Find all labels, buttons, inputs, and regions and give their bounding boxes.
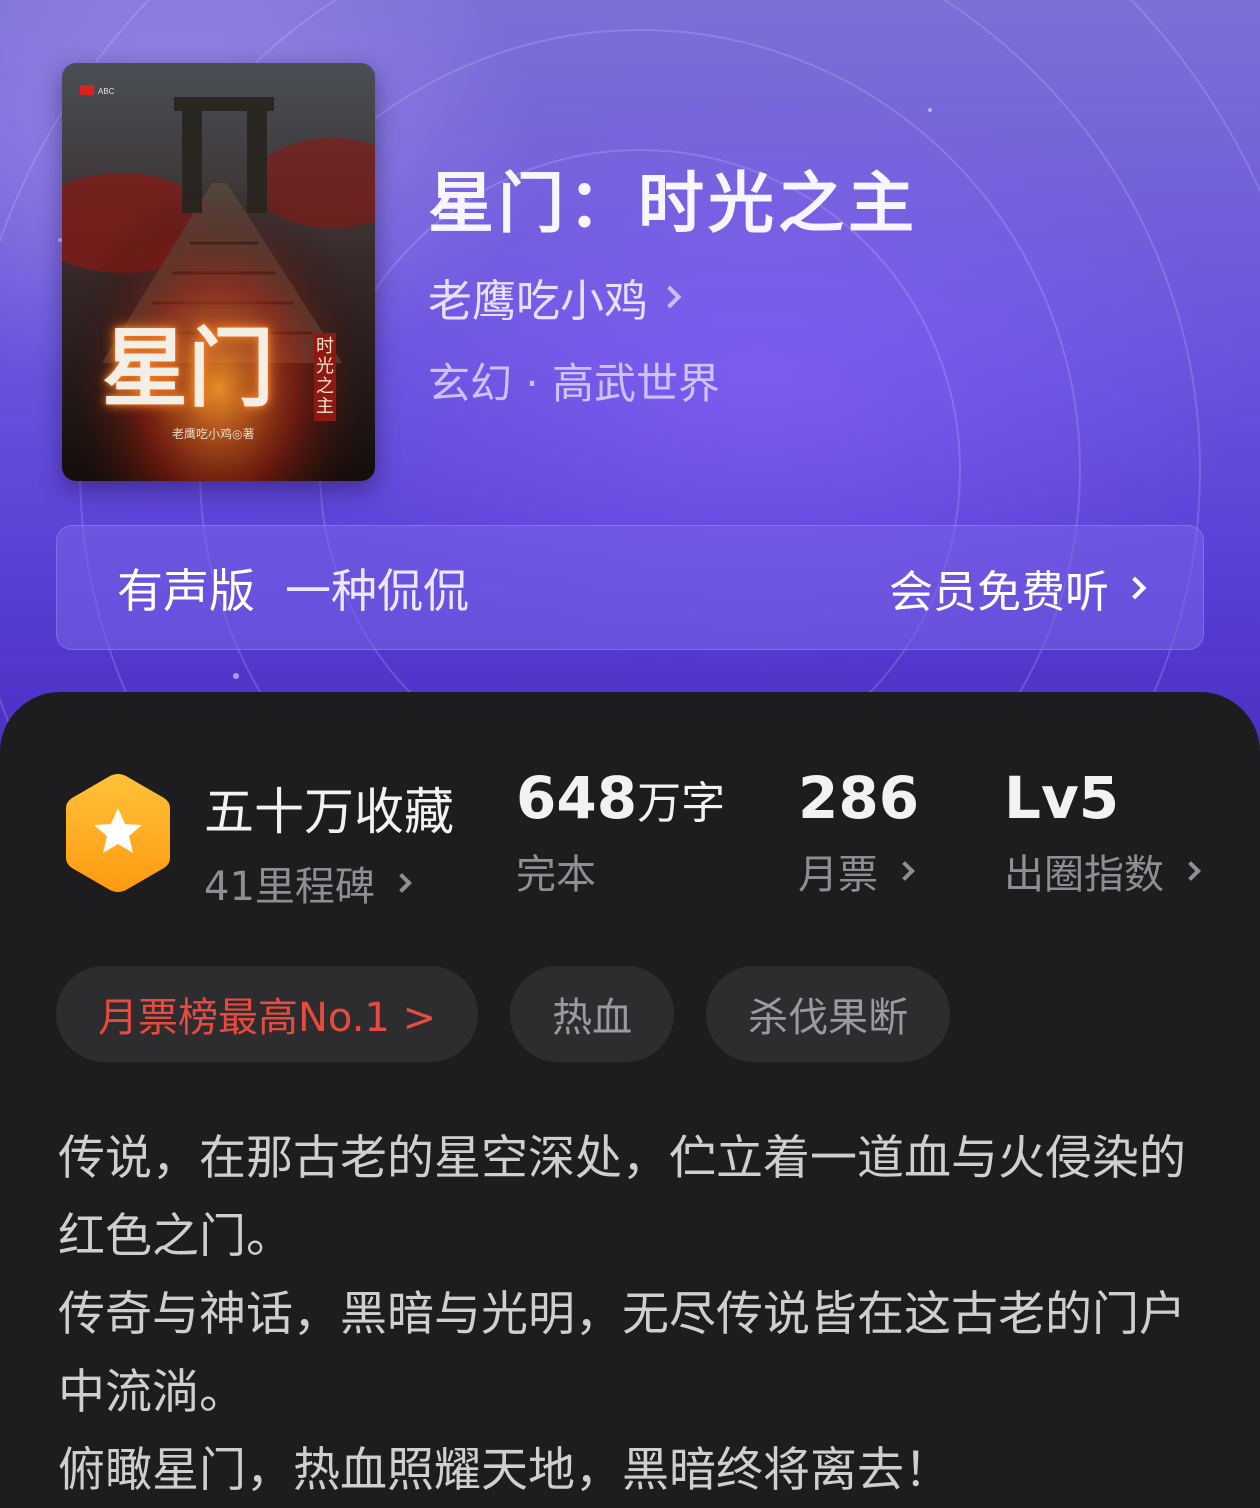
- monthly-votes-stat[interactable]: 286 月票: [798, 764, 919, 900]
- favorites-stat[interactable]: 五十万收藏 41里程碑: [204, 772, 454, 912]
- word-count-value: 648: [516, 764, 638, 832]
- audio-info: 有声版 一种侃侃: [117, 555, 469, 621]
- audio-narrator: 一种侃侃: [285, 563, 469, 618]
- milestone-link[interactable]: 41里程碑: [204, 854, 454, 912]
- cover-author: 老鹰吃小鸡◎著: [172, 427, 255, 441]
- description-paragraph: 传奇与神话，黑暗与光明，无尽传说皆在这古老的门户中流淌。: [58, 1287, 1186, 1420]
- member-free-listen-label: 会员免费听: [889, 566, 1109, 618]
- cover-subtitle: 时光之主: [314, 333, 336, 421]
- cover-title: 星门: [102, 318, 274, 419]
- author-name: 老鹰吃小鸡: [428, 276, 648, 327]
- book-title: 星门：时光之主: [428, 164, 918, 242]
- word-count-stat: 648万字 完本: [516, 764, 725, 900]
- book-genre: 玄幻 · 高武世界: [428, 359, 721, 408]
- book-header: ABC 星门 时光之主 老鹰吃小鸡◎著 星门：时光之主 老鹰吃小鸡 玄幻 · 高…: [0, 0, 1260, 760]
- tag-monthly-rank[interactable]: 月票榜最高No.1 >: [56, 966, 479, 1062]
- audio-version-bar[interactable]: 有声版 一种侃侃 会员免费听: [56, 525, 1204, 650]
- star-badge-icon[interactable]: [62, 770, 174, 896]
- book-detail-page: ABC 星门 时光之主 老鹰吃小鸡◎著 星门：时光之主 老鹰吃小鸡 玄幻 · 高…: [0, 0, 1260, 1508]
- tag-hot-blooded[interactable]: 热血: [510, 966, 675, 1062]
- completion-status: 完本: [516, 852, 596, 898]
- chevron-right-icon: [658, 285, 682, 309]
- audio-label: 有声版: [117, 563, 255, 618]
- milestone-label: 41里程碑: [204, 864, 375, 910]
- book-description[interactable]: 传说，在那古老的星空深处，伫立着一道血与火侵染的红色之门。 传奇与神话，黑暗与光…: [58, 1120, 1208, 1508]
- description-paragraph: 俯瞰星门，热血照耀天地，黑暗终将离去！: [58, 1443, 951, 1498]
- monthly-votes-value: 286: [798, 764, 920, 832]
- svg-text:ABC: ABC: [98, 87, 115, 96]
- monthly-votes-label: 月票: [798, 852, 878, 898]
- popularity-index-stat[interactable]: Lv5 出圈指数: [1004, 764, 1201, 900]
- chevron-right-icon: [392, 873, 412, 893]
- popularity-index-label: 出圈指数: [1004, 852, 1164, 898]
- description-paragraph: 传说，在那古老的星空深处，伫立着一道血与火侵染的红色之门。: [58, 1131, 1186, 1264]
- chevron-right-icon: [895, 861, 915, 881]
- word-count-unit: 万字: [637, 778, 726, 829]
- book-cover[interactable]: ABC 星门 时光之主 老鹰吃小鸡◎著: [62, 63, 375, 481]
- favorites-value: 五十万收藏: [204, 783, 454, 841]
- chevron-right-icon: [1181, 861, 1201, 881]
- tag-list: 月票榜最高No.1 > 热血 杀伐果断: [56, 966, 951, 1062]
- chevron-right-icon: [1123, 576, 1147, 599]
- popularity-index-value: Lv5: [1004, 764, 1120, 832]
- member-free-listen-button[interactable]: 会员免费听: [889, 556, 1147, 620]
- author-link[interactable]: 老鹰吃小鸡: [428, 265, 682, 329]
- tag-decisive[interactable]: 杀伐果断: [706, 966, 951, 1062]
